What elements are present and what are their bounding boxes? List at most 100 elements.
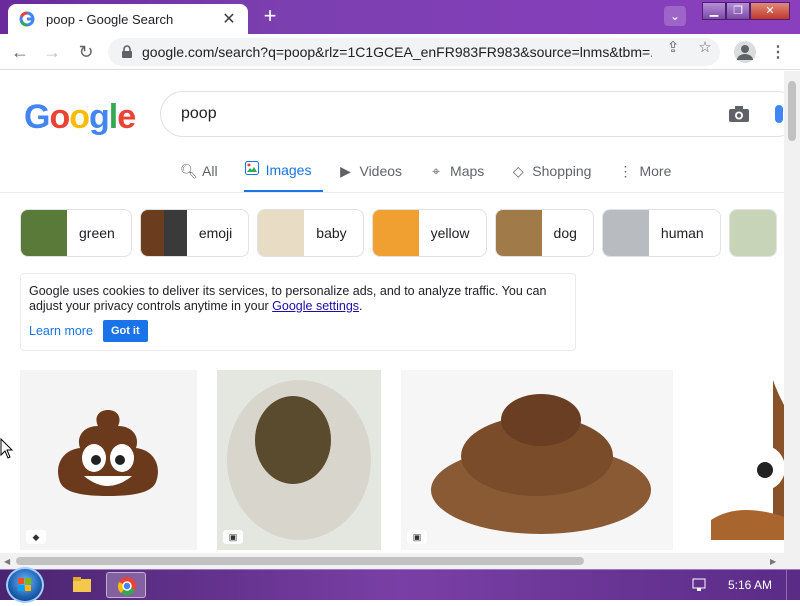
logo-letter: l bbox=[108, 98, 119, 136]
chrome-icon bbox=[117, 577, 136, 596]
browser-titlebar: poop - Google Search ✕ + ⌄ ▁ ❐ ✕ bbox=[0, 0, 800, 34]
google-logo[interactable]: Google bbox=[24, 98, 136, 137]
image-icon bbox=[244, 161, 260, 178]
profile-avatar[interactable] bbox=[734, 41, 756, 63]
network-icon[interactable] bbox=[692, 578, 706, 592]
mic-icon[interactable] bbox=[775, 105, 783, 123]
search-icon: 🔍︎ bbox=[180, 162, 198, 179]
chip-thumbnail bbox=[729, 210, 776, 256]
chip-dog[interactable]: dog bbox=[494, 209, 594, 257]
share-icon[interactable]: ⇪ bbox=[664, 39, 682, 57]
start-button[interactable] bbox=[6, 567, 44, 603]
forward-button[interactable]: → bbox=[40, 40, 64, 64]
chip-baby[interactable]: baby bbox=[257, 209, 364, 257]
cookie-text: Google uses cookies to deliver its servi… bbox=[29, 284, 567, 314]
cookie-actions: Learn more Got it bbox=[29, 320, 567, 342]
cookie-notice: Google uses cookies to deliver its servi… bbox=[20, 273, 576, 351]
scroll-right-icon[interactable]: ▶ bbox=[770, 557, 776, 566]
logo-letter: G bbox=[24, 98, 50, 136]
tab-images[interactable]: Images bbox=[243, 159, 324, 193]
tab-shopping[interactable]: ◇ Shopping bbox=[510, 159, 603, 193]
search-nav-tabs: 🔍︎ All Images ▶ Videos ⌖ Maps ◇ Shopping… bbox=[180, 159, 697, 193]
search-query-text: poop bbox=[181, 105, 217, 122]
tag-icon: ◇ bbox=[512, 162, 524, 179]
logo-letter: g bbox=[89, 98, 110, 136]
tab-more[interactable]: ⋮ More bbox=[617, 159, 683, 193]
tab-label: All bbox=[202, 163, 218, 179]
nav-divider bbox=[0, 192, 784, 193]
bookmark-star-icon[interactable]: ☆ bbox=[696, 39, 714, 57]
chip-human[interactable]: human bbox=[601, 209, 721, 257]
windows-logo-icon bbox=[18, 578, 31, 591]
realistic-poop-image bbox=[431, 394, 651, 534]
tab-label: Maps bbox=[450, 163, 485, 179]
vertical-scrollbar[interactable] bbox=[784, 71, 800, 553]
window-controls: ▁ ❐ ✕ bbox=[702, 2, 790, 20]
map-pin-icon: ⌖ bbox=[432, 162, 440, 179]
restore-button[interactable]: ❐ bbox=[726, 2, 750, 20]
tab-search-button[interactable]: ⌄ bbox=[664, 6, 686, 26]
chip-yellow[interactable]: yellow bbox=[371, 209, 487, 257]
mouse-cursor-icon bbox=[0, 438, 14, 459]
minimize-button[interactable]: ▁ bbox=[702, 2, 726, 20]
tab-videos[interactable]: ▶ Videos bbox=[337, 159, 414, 193]
chip-thumbnail bbox=[372, 210, 419, 256]
chip-thumbnail bbox=[602, 210, 649, 256]
tab-label: Images bbox=[265, 161, 312, 178]
toilet-image bbox=[227, 380, 371, 540]
image-result[interactable] bbox=[693, 370, 784, 550]
video-icon: ▶ bbox=[340, 162, 351, 179]
logo-letter: o bbox=[69, 98, 90, 136]
back-button[interactable]: ← bbox=[8, 40, 32, 64]
got-it-button[interactable]: Got it bbox=[102, 320, 148, 342]
horizontal-scrollbar[interactable]: ◀ ▶ bbox=[0, 553, 800, 569]
chip-label: baby bbox=[316, 225, 347, 241]
chip-label: emoji bbox=[198, 225, 233, 241]
more-vert-icon: ⋮ bbox=[618, 162, 633, 179]
chip-thumbnail bbox=[21, 210, 67, 256]
image-result[interactable]: ◆ bbox=[20, 370, 197, 550]
chip-label: yellow bbox=[430, 225, 470, 241]
image-icon: ▣ bbox=[407, 530, 427, 544]
tab-label: Shopping bbox=[532, 163, 592, 179]
scrollbar-thumb[interactable] bbox=[788, 81, 796, 141]
chrome-taskbar-button[interactable] bbox=[106, 572, 146, 598]
image-result[interactable]: ▣ bbox=[217, 370, 381, 550]
image-icon: ▣ bbox=[223, 530, 243, 544]
browser-toolbar: ← → ↻ google.com/search?q=poop&rlz=1C1GC… bbox=[0, 34, 800, 70]
chip-green[interactable]: green bbox=[20, 209, 132, 257]
tag-icon: ◆ bbox=[26, 530, 46, 544]
show-desktop-button[interactable] bbox=[786, 570, 800, 601]
tab-title: poop - Google Search bbox=[46, 11, 174, 27]
image-result[interactable]: ▣ bbox=[401, 370, 673, 550]
poop-emoji-image bbox=[711, 380, 784, 540]
chip-thumbnail bbox=[495, 210, 542, 256]
address-bar[interactable]: google.com/search?q=poop&rlz=1C1GCEA_enF… bbox=[108, 38, 720, 66]
camera-search-icon[interactable] bbox=[728, 105, 750, 123]
google-favicon-icon bbox=[18, 10, 36, 28]
close-window-button[interactable]: ✕ bbox=[750, 2, 790, 20]
browser-tab[interactable]: poop - Google Search ✕ bbox=[8, 4, 248, 34]
tab-label: More bbox=[639, 163, 672, 179]
chip-more[interactable] bbox=[728, 209, 777, 257]
logo-letter: o bbox=[49, 98, 70, 136]
tab-maps[interactable]: ⌖ Maps bbox=[428, 159, 496, 193]
learn-more-link[interactable]: Learn more bbox=[29, 324, 93, 338]
search-input[interactable]: poop bbox=[160, 91, 784, 137]
file-explorer-taskbar-button[interactable] bbox=[62, 572, 102, 598]
google-settings-link[interactable]: Google settings bbox=[272, 299, 359, 313]
close-tab-icon[interactable]: ✕ bbox=[220, 9, 238, 29]
scrollbar-thumb[interactable] bbox=[16, 557, 584, 565]
chip-emoji[interactable]: emoji bbox=[139, 209, 250, 257]
taskbar-clock[interactable]: 5:16 AM bbox=[728, 578, 772, 592]
chip-label: dog bbox=[553, 225, 577, 241]
related-chips: green emoji baby yellow dog human bbox=[20, 209, 777, 257]
scroll-left-icon[interactable]: ◀ bbox=[4, 557, 10, 566]
chip-label: green bbox=[79, 225, 115, 241]
browser-menu-icon[interactable]: ⋮ bbox=[770, 42, 786, 62]
logo-letter: e bbox=[117, 98, 136, 136]
tab-all[interactable]: 🔍︎ All bbox=[180, 159, 230, 193]
new-tab-button[interactable]: + bbox=[258, 5, 282, 28]
reload-button[interactable]: ↻ bbox=[74, 40, 98, 64]
poop-emoji-image bbox=[58, 410, 158, 496]
